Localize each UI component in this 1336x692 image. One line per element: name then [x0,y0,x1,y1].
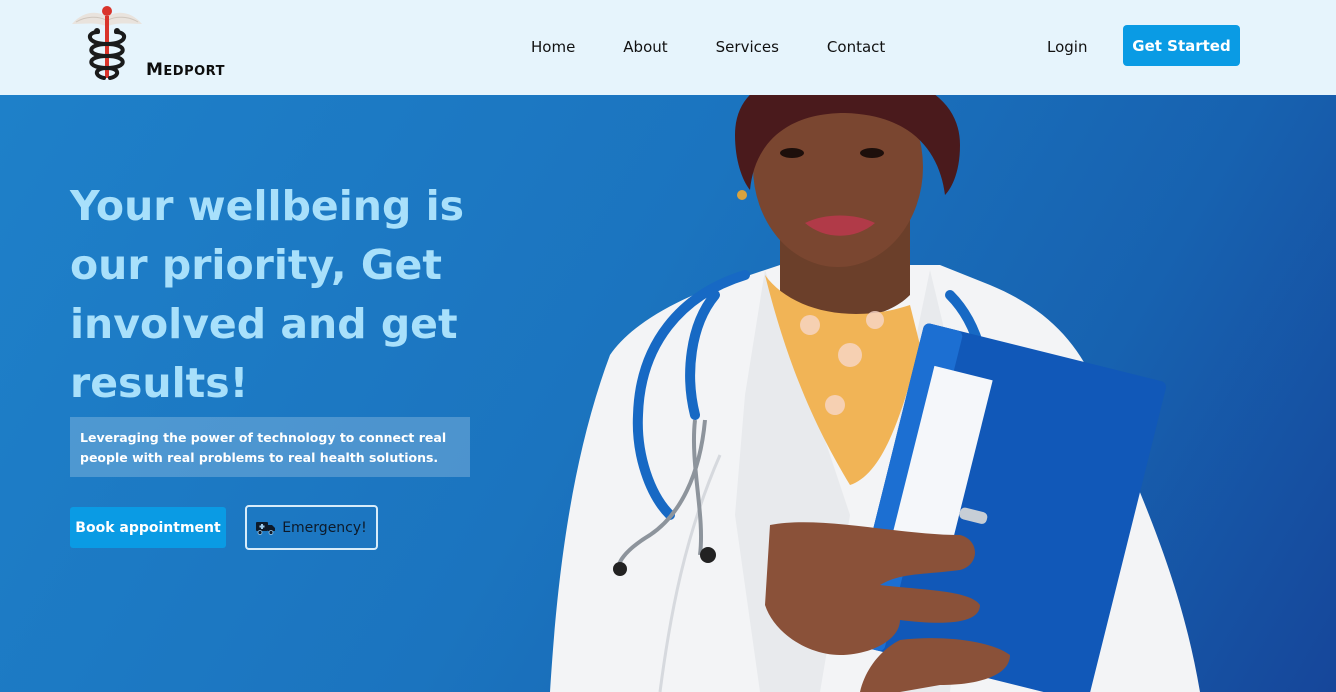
ambulance-truck-icon [256,521,276,535]
caduceus-icon [72,6,142,80]
nav-contact[interactable]: Contact [827,36,885,58]
emergency-label: Emergency! [282,519,367,536]
hero-description: Leveraging the power of technology to co… [80,430,447,465]
emergency-button[interactable]: Emergency! [245,505,378,550]
login-link[interactable]: Login [1047,36,1087,58]
main-nav: Home About Services Contact [531,36,885,58]
get-started-button[interactable]: Get Started [1123,25,1240,66]
nav-home[interactable]: Home [531,36,575,58]
brand-name-initial: M [146,60,164,80]
brand-name-rest: EDPORT [163,64,225,79]
brand-name: MEDPORT [146,60,225,80]
hero-description-box: Leveraging the power of technology to co… [70,417,470,477]
brand-logo[interactable]: MEDPORT [70,2,240,92]
navbar: MEDPORT Home About Services Contact Logi… [0,0,1336,95]
doctor-image [550,95,1200,692]
hero-section: Your wellbeing is our priority, Get invo… [0,95,1336,692]
nav-services[interactable]: Services [716,36,779,58]
nav-about[interactable]: About [623,36,667,58]
hero-title: Your wellbeing is our priority, Get invo… [70,182,465,407]
book-appointment-button[interactable]: Book appointment [70,507,226,548]
